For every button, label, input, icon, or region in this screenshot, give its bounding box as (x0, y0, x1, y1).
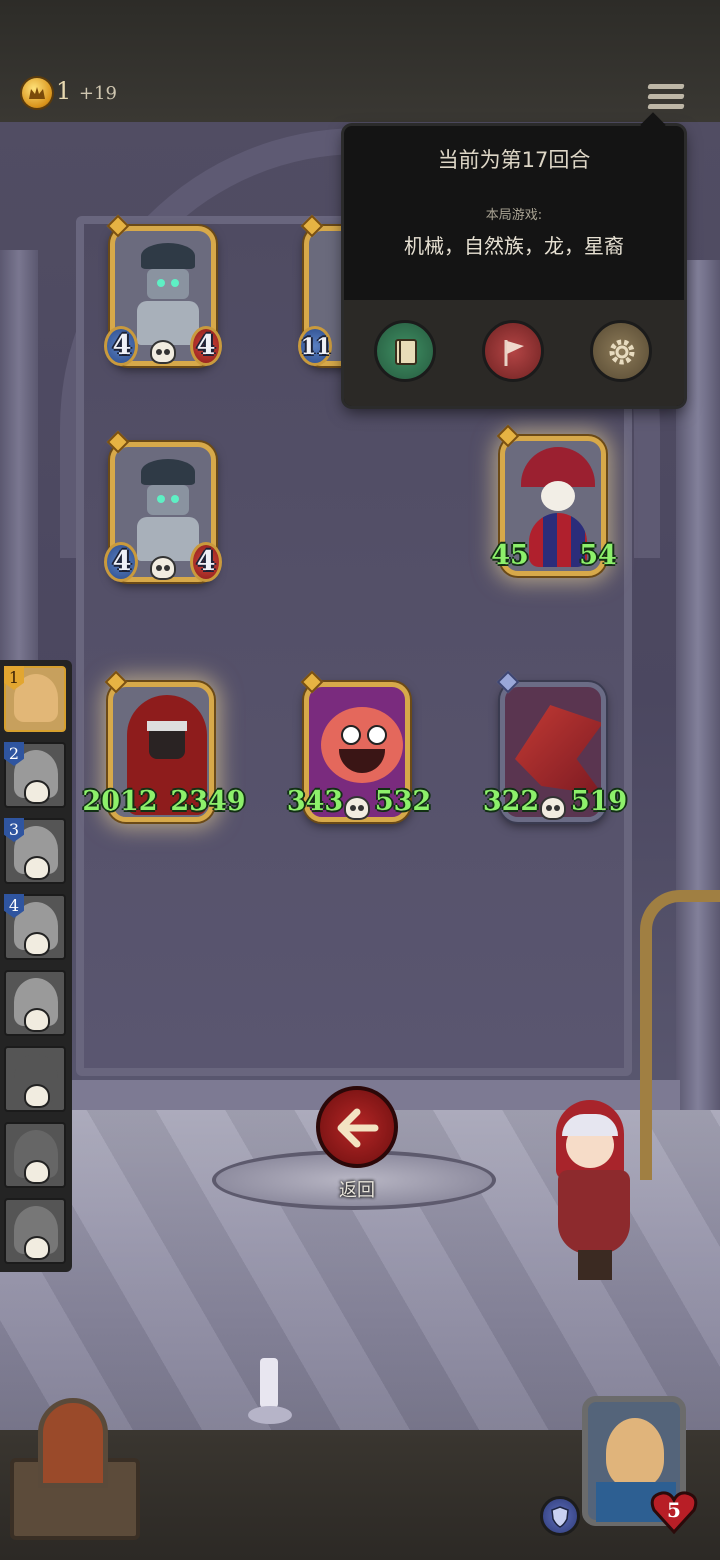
minion-card-robot-2[interactable]: 4 4 (104, 430, 222, 588)
roster-slot-4[interactable]: 4 (4, 894, 66, 960)
skull-icon (24, 856, 50, 880)
surrender-flag-icon (504, 340, 524, 366)
return-label: 返回 (339, 1180, 375, 1201)
health-value: 532 (374, 786, 432, 817)
tavern-button[interactable] (10, 1398, 140, 1548)
gold-coin-icon (22, 78, 52, 108)
return-button[interactable] (316, 1086, 398, 1168)
hero-character (548, 1100, 648, 1280)
roster-slot-1[interactable]: 1 (4, 666, 66, 732)
player-roster: 1 2 3 4 (0, 660, 72, 1272)
skull-icon (24, 932, 50, 956)
health-value: 54 (579, 540, 617, 571)
settings-button[interactable] (590, 320, 652, 382)
gold-counter: 1 +19 (56, 77, 117, 105)
attack-value: 45 (491, 540, 529, 571)
round-text: 当前为第17回合 (437, 148, 591, 172)
health-value: 519 (570, 786, 628, 817)
minion-card-pig-demon[interactable]: 343 532 (287, 670, 431, 828)
skull-icon (24, 1236, 50, 1260)
health-value: 4 (196, 330, 216, 361)
gold-value: 1 (56, 77, 72, 105)
gear-icon (609, 339, 635, 365)
candle-decoration (248, 1358, 292, 1428)
roster-slot-6[interactable] (4, 1046, 66, 1112)
health-value: 4 (196, 546, 216, 577)
roster-slot-5[interactable] (4, 970, 66, 1036)
player-health-badge: 5 (650, 1490, 698, 1534)
skull-icon (150, 340, 176, 364)
game-tribes: 机械，自然族，龙，星裔 (404, 234, 624, 258)
roster-slot-2[interactable]: 2 (4, 742, 66, 808)
roster-slot-3[interactable]: 3 (4, 818, 66, 884)
book-button[interactable] (374, 320, 436, 382)
hamburger-icon (647, 84, 685, 89)
roster-slot-8[interactable] (4, 1198, 66, 1264)
tavern-door-icon (38, 1398, 108, 1488)
game-menu-popup: 当前为第17回合 本局游戏: 机械，自然族，龙，星裔 (344, 112, 684, 406)
skull-icon (24, 1160, 50, 1184)
attack-value: 343 (286, 786, 344, 817)
menu-button[interactable] (647, 84, 685, 116)
attack-value: 322 (482, 786, 540, 817)
armor-button[interactable] (540, 1496, 580, 1536)
skull-icon (24, 1084, 50, 1108)
minion-card-dragon[interactable]: 322 519 (483, 670, 627, 828)
minion-card-assassin[interactable]: 2012 2349 (82, 670, 246, 828)
book-icon (395, 339, 417, 365)
attack-value: 4 (112, 546, 132, 577)
health-value: 2349 (170, 786, 246, 817)
shield-icon (551, 1506, 569, 1528)
roster-slot-7[interactable] (4, 1122, 66, 1188)
attack-value: 4 (112, 330, 132, 361)
minion-card-clown[interactable]: 45 54 (491, 424, 617, 582)
gold-income: +19 (78, 83, 117, 104)
arrow-left-icon (337, 1108, 379, 1148)
skull-icon (24, 780, 50, 804)
harp-decoration (640, 890, 720, 1180)
skull-icon (150, 556, 176, 580)
skull-icon (24, 1008, 50, 1032)
minion-card-robot-1[interactable]: 4 4 (104, 214, 222, 372)
attack-value: 2012 (82, 786, 158, 817)
game-label: 本局游戏: (485, 208, 543, 223)
attack-value: 11 (300, 334, 332, 360)
surrender-button[interactable] (482, 320, 544, 382)
player-health-value: 5 (667, 1498, 681, 1522)
